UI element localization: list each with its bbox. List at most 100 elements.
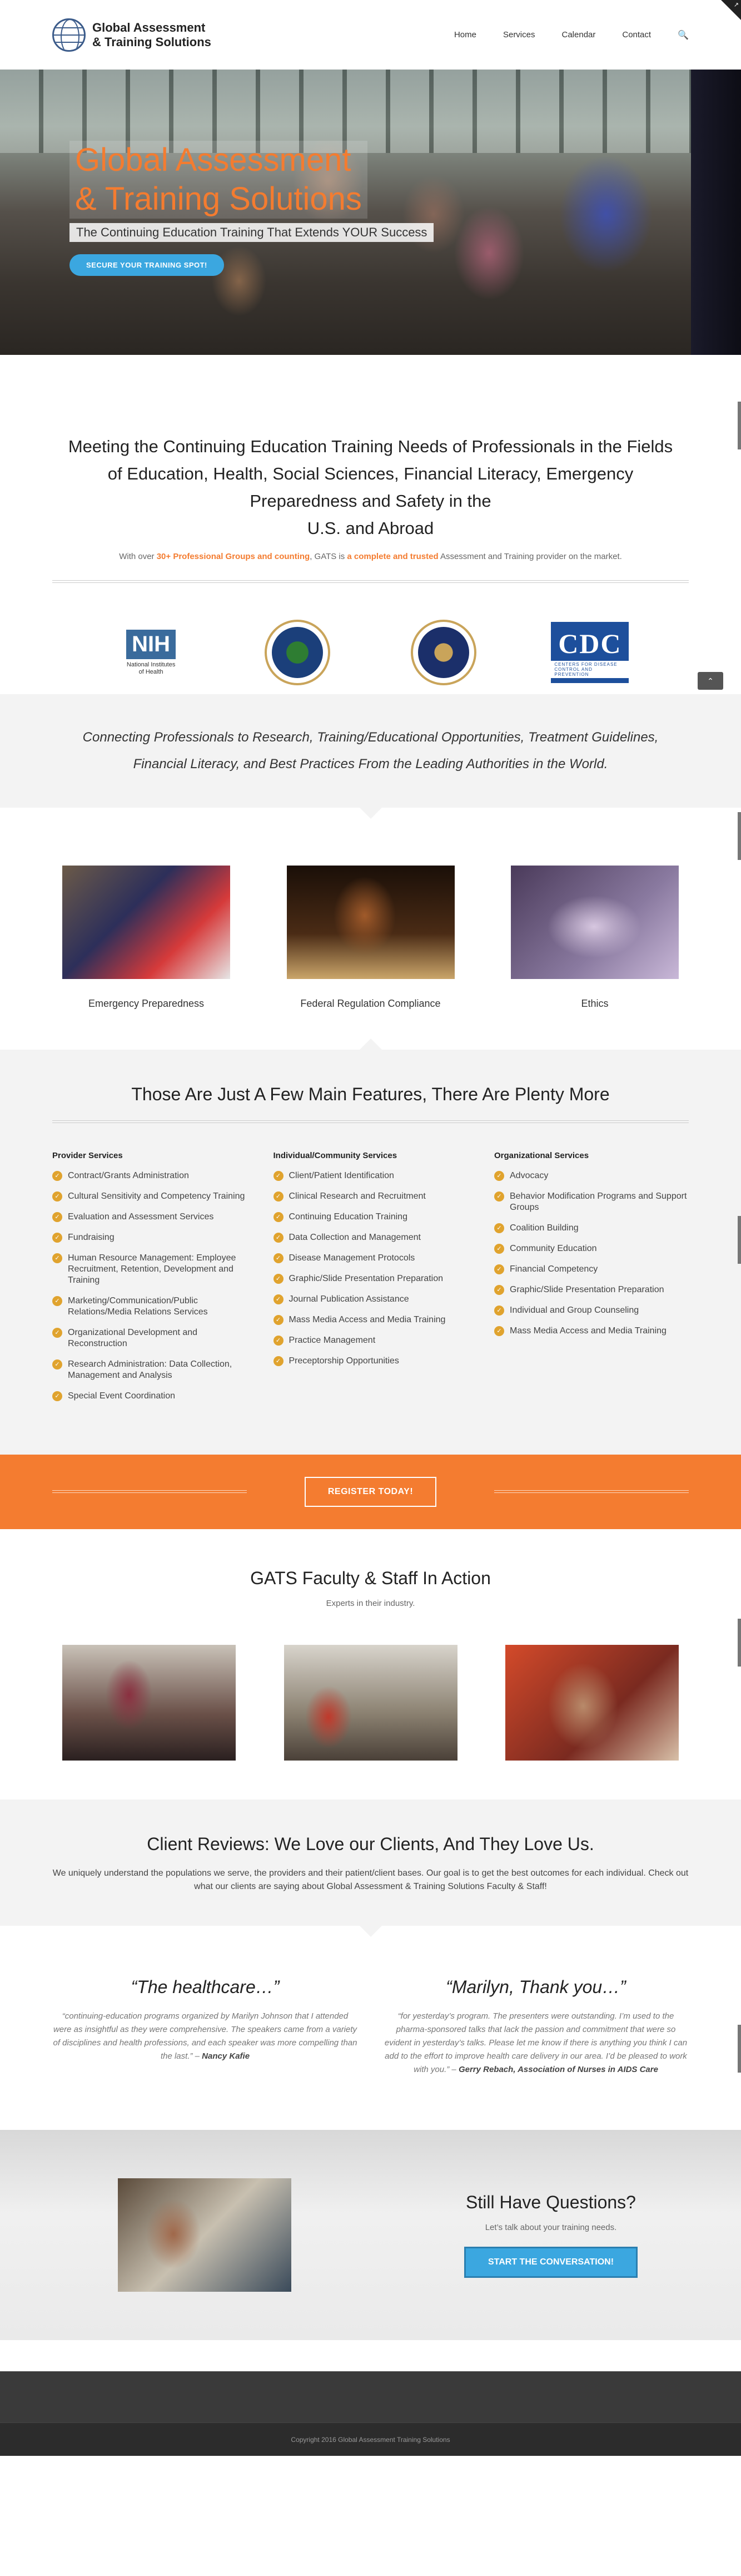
team-photo[interactable]	[505, 1645, 679, 1761]
intro-heading-line4: U.S. and Abroad	[307, 518, 434, 538]
nav-contact[interactable]: Contact	[622, 30, 651, 39]
cdc-subtitle: CENTERS FOR DISEASE CONTROL AND PREVENTI…	[551, 660, 629, 678]
list-item: ✓ Mass Media Access and Media Training	[273, 1314, 468, 1326]
register-button[interactable]: REGISTER TODAY!	[304, 1477, 437, 1507]
questions-section: Still Have Questions? Let’s talk about y…	[0, 2130, 741, 2340]
focus-label[interactable]: Federal Regulation Compliance	[287, 998, 455, 1010]
team-photo[interactable]	[62, 1645, 236, 1761]
mission-text: Connecting Professionals to Research, Tr…	[52, 724, 689, 778]
list-item: ✓ Clinical Research and Recruitment	[273, 1191, 468, 1202]
list-item-text: Research Administration: Data Collection…	[68, 1359, 232, 1380]
nav-home[interactable]: Home	[454, 30, 476, 39]
scroll-indicator[interactable]	[738, 402, 741, 449]
search-icon[interactable]: 🔍	[678, 29, 689, 41]
education-dept-seal	[258, 614, 336, 691]
questions-title: Still Have Questions?	[466, 2192, 636, 2212]
team-photo[interactable]	[284, 1645, 457, 1761]
chevron-up-icon[interactable]: ⌃	[698, 672, 723, 690]
review-author: Gerry Rebach, Association of Nurses in A…	[458, 2065, 658, 2074]
list-item: ✓ Research Administration: Data Collectio…	[52, 1359, 247, 1381]
check-icon: ✓	[273, 1233, 284, 1243]
list-item-text: Graphic/Slide Presentation Preparation	[289, 1274, 444, 1283]
list-item-text: Client/Patient Identification	[289, 1171, 394, 1180]
column-heading: Provider Services	[52, 1151, 123, 1160]
list-item: ✓ Contract/Grants Administration	[52, 1170, 247, 1181]
hero-subtitle: The Continuing Education Training That E…	[69, 223, 434, 242]
section-arrow	[359, 808, 382, 819]
nih-label-line1: National Institutes	[126, 661, 176, 668]
focus-item[interactable]: Federal Regulation Compliance	[286, 866, 455, 1010]
nih-logo: NIH National Institutes of Health	[112, 614, 190, 691]
list-item: ✓ Continuing Education Training	[273, 1212, 468, 1223]
team-gallery	[62, 1645, 679, 1761]
review-heading: “Marilyn, Thank you…”	[446, 1977, 626, 1997]
focus-item[interactable]: Ethics	[511, 866, 679, 1010]
secure-spot-button[interactable]: SECURE YOUR TRAINING SPOT!	[69, 254, 224, 276]
intro-heading-line3: Preparedness and Safety in the	[250, 491, 491, 511]
hero-title-line2: & Training Solutions	[75, 181, 362, 217]
list-item: ✓ Mass Media Access and Media Training	[494, 1326, 689, 1337]
intro-highlight-trusted: a complete and trusted	[347, 552, 439, 561]
list-item: ✓ Organizational Development and Reconstr…	[52, 1327, 247, 1349]
list-item-text: Preceptorship Opportunities	[289, 1356, 399, 1366]
federal-compliance-image[interactable]	[286, 866, 455, 979]
page: Global Assessment & Training Solutions H…	[0, 0, 741, 2456]
emergency-preparedness-image[interactable]	[62, 866, 230, 979]
column-heading: Individual/Community Services	[273, 1151, 397, 1160]
intro-text-mid: , GATS is	[310, 552, 347, 561]
team-section: GATS Faculty & Staff In Action Experts i…	[0, 1529, 741, 1799]
nav-services[interactable]: Services	[503, 30, 535, 39]
list-item-text: Coalition Building	[510, 1223, 579, 1233]
scroll-indicator[interactable]	[738, 1216, 741, 1264]
check-icon: ✓	[52, 1296, 62, 1306]
list-item: ✓ Journal Publication Assistance	[273, 1294, 468, 1305]
arrow-icon[interactable]: ↗	[734, 1, 739, 8]
reviews-title: Client Reviews: We Love our Clients, And…	[147, 1834, 594, 1854]
scroll-indicator[interactable]	[738, 812, 741, 860]
nav-calendar[interactable]: Calendar	[562, 30, 596, 39]
focus-label[interactable]: Ethics	[511, 998, 679, 1010]
site-logo[interactable]: Global Assessment & Training Solutions	[52, 18, 211, 52]
questions-content: Still Have Questions? Let’s talk about y…	[454, 2192, 648, 2278]
intro-text-pre: With over	[119, 552, 157, 561]
check-icon: ✓	[494, 1285, 504, 1295]
check-icon: ✓	[52, 1328, 62, 1338]
list-item: ✓ Preceptorship Opportunities	[273, 1356, 468, 1367]
focus-label[interactable]: Emergency Preparedness	[62, 998, 230, 1010]
check-icon: ✓	[273, 1171, 284, 1181]
logo-text: Global Assessment & Training Solutions	[92, 21, 211, 50]
intro-text: With over 30+ Professional Groups and co…	[52, 552, 689, 561]
divider	[494, 1490, 689, 1493]
review-card: “Marilyn, Thank you…” “for yesterday’s p…	[383, 1977, 689, 2076]
list-item-text: Fundraising	[68, 1233, 115, 1242]
scroll-indicator[interactable]	[738, 2025, 741, 2073]
divider	[52, 1120, 689, 1123]
list-item: ✓ Disease Management Protocols	[273, 1253, 468, 1264]
list-item: ✓ Client/Patient Identification	[273, 1170, 468, 1181]
start-conversation-button[interactable]: START THE CONVERSATION!	[464, 2247, 638, 2278]
reviews-text: We uniquely understand the populations w…	[52, 1868, 689, 1891]
support-photo	[118, 2178, 291, 2292]
check-icon: ✓	[273, 1274, 284, 1284]
focus-item[interactable]: Emergency Preparedness	[62, 866, 230, 1010]
list-item-text: Financial Competency	[510, 1264, 598, 1274]
register-cta: REGISTER TODAY!	[0, 1455, 741, 1529]
intro-heading-line1: Meeting the Continuing Education Trainin…	[68, 437, 673, 456]
hero-title-line1: Global Assessment	[75, 142, 351, 178]
check-icon: ✓	[52, 1359, 62, 1369]
list-item: ✓ Evaluation and Assessment Services	[52, 1212, 247, 1223]
intro-heading-line2: of Education, Health, Social Sciences, F…	[107, 464, 634, 483]
scroll-indicator[interactable]	[738, 1619, 741, 1667]
review-author: Nancy Kafie	[202, 2051, 250, 2061]
seal-icon	[411, 620, 477, 685]
list-item: ✓ Coalition Building	[494, 1223, 689, 1234]
list-item: ✓ Cultural Sensitivity and Competency Tra…	[52, 1191, 247, 1202]
review-card: “The healthcare…” “continuing-education …	[52, 1977, 358, 2076]
list-item-text: Disease Management Protocols	[289, 1253, 415, 1263]
organizational-column: Organizational Services ✓ Advocacy ✓ Behav…	[494, 1151, 689, 1411]
ethics-image[interactable]	[511, 866, 679, 979]
review-quote: “for yesterday’s program. The presenters…	[383, 2010, 689, 2076]
check-icon: ✓	[273, 1336, 284, 1346]
footer-bar: Copyright 2016 Global Assessment Trainin…	[0, 2422, 741, 2456]
check-icon: ✓	[273, 1253, 284, 1263]
